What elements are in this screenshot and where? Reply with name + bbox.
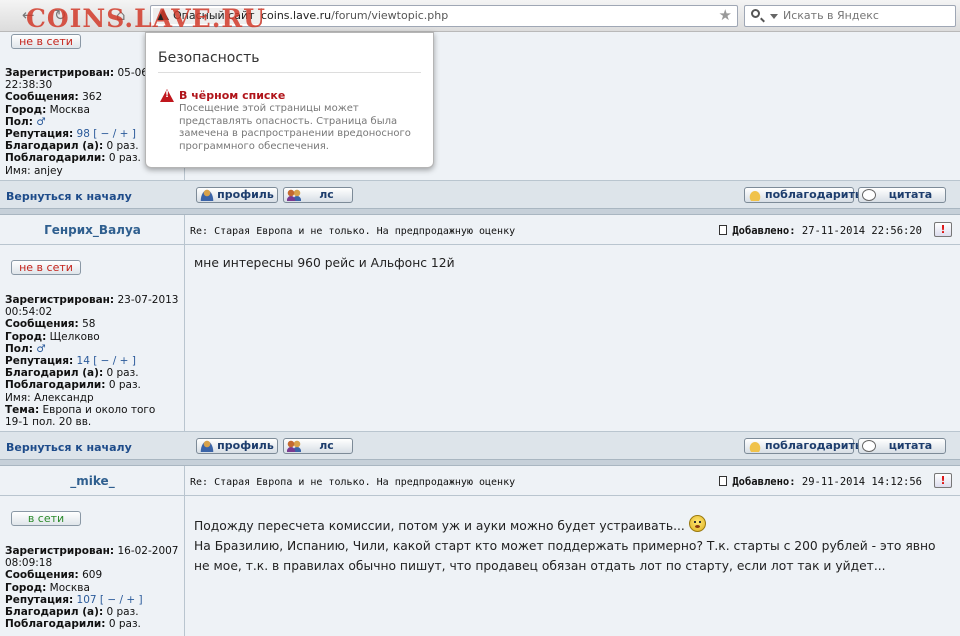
search-input[interactable] [783,9,943,22]
reputation-value[interactable]: 14 [77,355,90,367]
post-3-header: _mike_ Re: Старая Европа и не только. На… [0,466,960,495]
post-date: Добавлено: 29-11-2014 14:12:56 [719,476,922,488]
thumbs-up-icon [748,440,762,452]
search-icon[interactable] [751,9,760,18]
status-offline-badge[interactable]: не в сети [11,260,81,275]
popup-title: Безопасность [158,50,260,66]
pm-button[interactable]: лс [283,438,353,454]
post-message: Подожду пересчета комиссии, потом уж и а… [194,515,954,576]
status-offline-badge[interactable]: не в сети [11,34,81,49]
url-path: /forum/viewtopic.php [331,9,449,22]
user-profile-info: Зарегистрирован: 16-02-2007 08:09:18 Соо… [5,545,179,631]
watermark-logo: COINS.LAVE.RU [26,4,266,33]
author-name[interactable]: Генрих_Валуа [0,223,185,237]
male-icon: ♂ [36,342,46,355]
post-1: не в сети Зарегистрирован: 05-06 22:38:3… [0,32,960,180]
post-3-profile-cell: в сети Зарегистрирован: 16-02-2007 08:09… [0,496,185,636]
speech-bubble-icon [862,440,876,452]
speech-bubble-icon [862,189,876,201]
quote-button[interactable]: цитата [858,187,946,203]
forum-topic: не в сети Зарегистрирован: 05-06 22:38:3… [0,32,960,636]
reputation-value[interactable]: 107 [77,594,97,606]
male-icon: ♂ [36,115,46,128]
report-button[interactable]: ! [934,473,952,488]
popup-heading: В чёрном списке [179,89,286,102]
back-to-top-link[interactable]: Вернуться к началу [6,190,132,203]
reputation-controls[interactable]: [ − / + ] [100,594,143,606]
document-icon[interactable] [719,476,728,486]
profile-button[interactable]: профиль [196,187,278,203]
user-profile-info: Зарегистрирован: 23-07-2013 00:54:02 Соо… [5,294,179,429]
post-3-body: в сети Зарегистрирован: 16-02-2007 08:09… [0,496,960,636]
post-subject[interactable]: Re: Старая Европа и не только. На предпр… [190,477,515,488]
security-popup: Безопасность В чёрном списке Посещение э… [145,32,434,168]
post-message: мне интересны 960 рейс и Альфонс 12й [194,256,455,270]
status-online-badge[interactable]: в сети [11,511,81,526]
thank-button[interactable]: поблагодарить [744,187,862,203]
search-bar[interactable] [744,5,956,27]
url-text[interactable]: coins.lave.ru/forum/viewtopic.php [261,9,448,22]
post-2-header: Генрих_Валуа Re: Старая Европа и не толь… [0,215,960,244]
thumbs-up-icon [748,189,762,201]
user-icon [200,440,214,452]
post-2-profile-cell: не в сети Зарегистрирован: 23-07-2013 00… [0,245,185,431]
browser-toolbar: ← ↻ ⌂ Опасный сайт coins.lave.ru/forum/v… [0,0,960,32]
author-name[interactable]: _mike_ [0,474,185,488]
url-domain: coins.lave.ru [261,9,332,22]
pm-button[interactable]: лс [283,187,353,203]
popup-body-text: Посещение этой страницы может представля… [179,103,411,152]
post-separator [0,208,960,215]
reputation-value[interactable]: 98 [77,128,90,140]
document-icon[interactable] [719,225,728,235]
post-date: Добавлено: 27-11-2014 22:56:20 [719,225,922,237]
reputation-controls[interactable]: [ − / + ] [93,355,136,367]
quote-button[interactable]: цитата [858,438,946,454]
smiley-icon [688,515,706,532]
post-separator [0,459,960,466]
thank-button[interactable]: поблагодарить [744,438,862,454]
users-icon [287,189,301,201]
chevron-down-icon[interactable] [770,14,778,19]
profile-button[interactable]: профиль [196,438,278,454]
post-2-footer: Вернуться к началу профиль лс поблагодар… [0,432,960,459]
report-button[interactable]: ! [934,222,952,237]
post-1-footer: Вернуться к началу профиль лс поблагодар… [0,181,960,208]
back-to-top-link[interactable]: Вернуться к началу [6,441,132,454]
post-subject[interactable]: Re: Старая Европа и не только. На предпр… [190,226,515,237]
post-2-body: не в сети Зарегистрирован: 23-07-2013 00… [0,245,960,431]
bookmark-star-icon[interactable]: ★ [719,6,732,24]
user-icon [200,189,214,201]
warning-icon [160,89,174,102]
users-icon [287,440,301,452]
reputation-controls[interactable]: [ − / + ] [93,128,136,140]
divider [158,72,421,73]
